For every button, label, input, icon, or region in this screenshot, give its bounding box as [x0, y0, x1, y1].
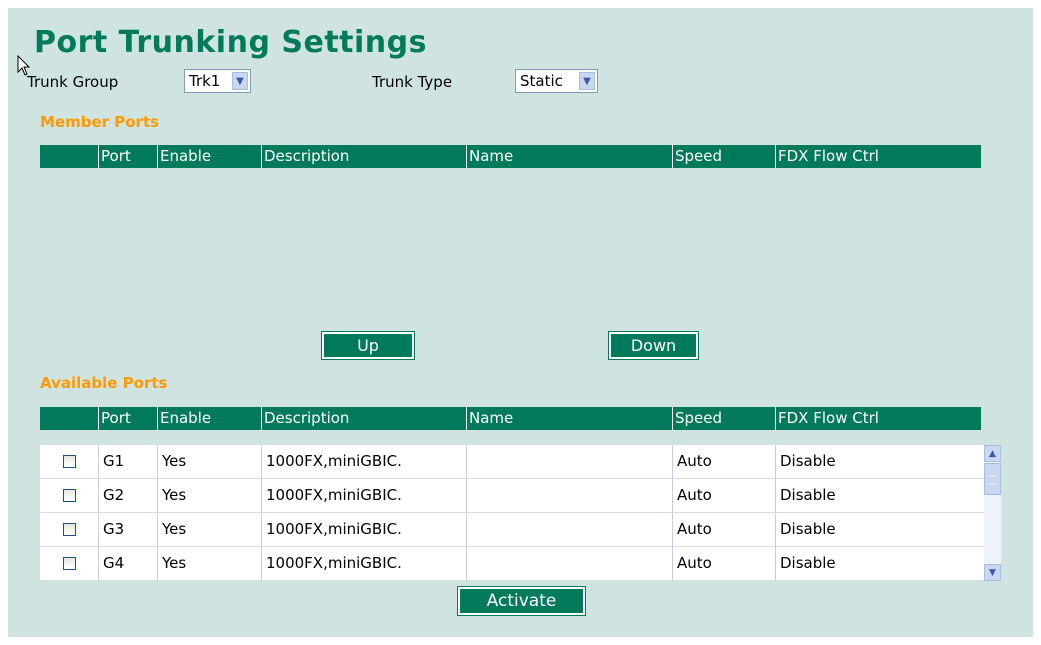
member-ports-header: Port Enable Description Name Speed FDX F… [40, 145, 981, 168]
col-fdx-flow-ctrl: FDX Flow Ctrl [775, 407, 981, 430]
enable-cell: Yes [157, 547, 261, 580]
name-cell [466, 479, 672, 512]
port-checkbox[interactable] [62, 557, 76, 570]
port-cell: G3 [98, 513, 157, 546]
port-cell: G4 [98, 547, 157, 580]
trunk-group-select[interactable]: Trk1 ▼ [184, 69, 251, 93]
trunk-type-select[interactable]: Static ▼ [515, 69, 598, 93]
port-checkbox[interactable] [62, 523, 76, 536]
port-cell: G1 [98, 445, 157, 478]
chevron-up-icon[interactable]: ▲ [984, 445, 1001, 462]
fdx-flow-ctrl-cell: Disable [775, 479, 981, 512]
available-ports-header: Port Enable Description Name Speed FDX F… [40, 407, 981, 430]
up-button[interactable]: Up [321, 331, 415, 360]
table-row[interactable]: G1 Yes 1000FX,miniGBIC. Auto Disable [40, 445, 984, 479]
description-cell: 1000FX,miniGBIC. [261, 479, 466, 512]
enable-cell: Yes [157, 479, 261, 512]
enable-cell: Yes [157, 445, 261, 478]
description-cell: 1000FX,miniGBIC. [261, 547, 466, 580]
port-cell: G2 [98, 479, 157, 512]
fdx-flow-ctrl-cell: Disable [775, 513, 981, 546]
select-cell[interactable] [40, 479, 98, 512]
available-ports-list[interactable]: G1 Yes 1000FX,miniGBIC. Auto Disable G2 Yes 100… [40, 445, 984, 581]
chevron-down-icon[interactable]: ▼ [984, 564, 1001, 581]
col-description: Description [261, 407, 466, 430]
col-name: Name [466, 145, 672, 168]
settings-panel: Port Trunking Settings Trunk Group Trk1 … [8, 8, 1033, 637]
speed-cell: Auto [672, 513, 775, 546]
description-cell: 1000FX,miniGBIC. [261, 513, 466, 546]
col-select [40, 145, 98, 168]
col-port: Port [98, 407, 157, 430]
speed-cell: Auto [672, 445, 775, 478]
col-fdx-flow-ctrl: FDX Flow Ctrl [775, 145, 981, 168]
fdx-flow-ctrl-cell: Disable [775, 547, 981, 580]
scrollbar-thumb[interactable] [984, 463, 1001, 495]
trunk-group-label: Trunk Group [27, 73, 119, 91]
description-cell: 1000FX,miniGBIC. [261, 445, 466, 478]
table-row[interactable]: G4 Yes 1000FX,miniGBIC. Auto Disable [40, 547, 984, 581]
chevron-down-icon[interactable]: ▼ [232, 72, 248, 90]
port-checkbox[interactable] [62, 455, 76, 468]
col-name: Name [466, 407, 672, 430]
col-enable: Enable [157, 145, 261, 168]
chevron-down-icon[interactable]: ▼ [579, 72, 595, 90]
col-speed: Speed [672, 407, 775, 430]
table-row[interactable]: G2 Yes 1000FX,miniGBIC. Auto Disable [40, 479, 984, 513]
trunk-type-value: Static [520, 72, 563, 90]
name-cell [466, 547, 672, 580]
available-ports-scrollbar[interactable]: ▲ ▼ [984, 445, 1001, 581]
col-select [40, 407, 98, 430]
select-cell[interactable] [40, 445, 98, 478]
available-ports-heading: Available Ports [40, 374, 168, 392]
trunk-type-label: Trunk Type [372, 73, 453, 91]
member-ports-list[interactable] [40, 168, 981, 328]
name-cell [466, 445, 672, 478]
down-button[interactable]: Down [608, 331, 699, 360]
trunk-group-value: Trk1 [189, 72, 221, 90]
port-checkbox[interactable] [62, 489, 76, 502]
table-row[interactable]: G3 Yes 1000FX,miniGBIC. Auto Disable [40, 513, 984, 547]
col-enable: Enable [157, 407, 261, 430]
select-cell[interactable] [40, 513, 98, 546]
page-title: Port Trunking Settings [34, 25, 427, 60]
speed-cell: Auto [672, 479, 775, 512]
speed-cell: Auto [672, 547, 775, 580]
member-ports-heading: Member Ports [40, 113, 160, 131]
name-cell [466, 513, 672, 546]
activate-button[interactable]: Activate [457, 586, 586, 616]
select-cell[interactable] [40, 547, 98, 580]
col-port: Port [98, 145, 157, 168]
enable-cell: Yes [157, 513, 261, 546]
col-speed: Speed [672, 145, 775, 168]
fdx-flow-ctrl-cell: Disable [775, 445, 981, 478]
col-description: Description [261, 145, 466, 168]
